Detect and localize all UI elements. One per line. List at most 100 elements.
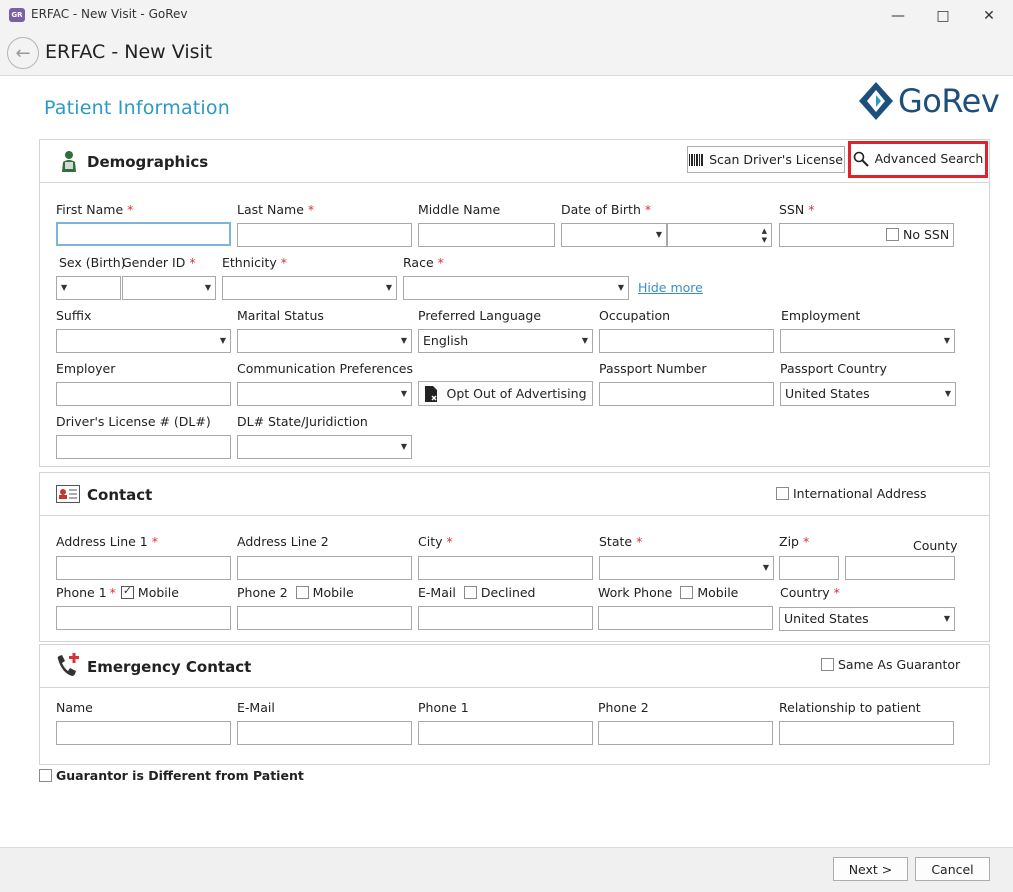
preferred-language-label: Preferred Language xyxy=(418,308,542,323)
phone2-input[interactable] xyxy=(237,606,412,630)
international-address-label: International Address xyxy=(793,486,927,501)
passport-country-value: United States xyxy=(785,386,870,401)
emergency-name-input[interactable] xyxy=(56,721,231,745)
email-input[interactable] xyxy=(418,606,593,630)
first-name-input[interactable] xyxy=(56,222,231,246)
dob-date-dropdown[interactable]: ▼ xyxy=(561,223,667,247)
suffix-dropdown[interactable]: ▼ xyxy=(56,329,231,353)
race-label: Race * xyxy=(403,255,444,270)
guarantor-different-checkbox[interactable] xyxy=(39,769,52,782)
drivers-license-input[interactable] xyxy=(56,435,231,459)
email-label-group: E-Mail Declined xyxy=(418,585,536,600)
phone2-mobile-checkbox[interactable] xyxy=(295,586,309,599)
logo-text: GoRev xyxy=(898,82,1000,120)
ethnicity-dropdown[interactable]: ▼ xyxy=(222,276,397,300)
scan-drivers-license-label: Scan Driver's License xyxy=(709,152,843,167)
communication-preferences-label: Communication Preferences xyxy=(237,361,414,376)
phone1-label: Phone 1 xyxy=(56,585,107,600)
zip-input[interactable] xyxy=(779,556,839,580)
ethnicity-label: Ethnicity * xyxy=(222,255,287,270)
phone1-mobile-checkbox[interactable]: ✓ xyxy=(120,584,134,599)
last-name-label: Last Name * xyxy=(237,202,315,217)
opt-out-advertising-button[interactable]: Opt Out of Advertising xyxy=(418,381,593,406)
address2-label: Address Line 2 xyxy=(237,534,329,549)
back-button[interactable]: ← xyxy=(7,37,39,69)
suffix-label: Suffix xyxy=(56,308,92,323)
last-name-input[interactable] xyxy=(237,223,412,247)
sex-birth-dropdown[interactable]: ▼ xyxy=(56,276,121,300)
emergency-phone1-label: Phone 1 xyxy=(418,700,469,715)
international-address-checkbox[interactable] xyxy=(776,487,789,500)
preferred-language-value: English xyxy=(423,333,469,348)
dl-state-dropdown[interactable]: ▼ xyxy=(237,435,412,459)
scan-drivers-license-button[interactable]: Scan Driver's License xyxy=(687,146,845,173)
phone1-label-group: Phone 1 * ✓ Mobile xyxy=(56,584,179,600)
race-dropdown[interactable]: ▼ xyxy=(403,276,629,300)
marital-status-dropdown[interactable]: ▼ xyxy=(237,329,412,353)
gorev-logo: GoRev xyxy=(858,80,1000,122)
address1-label: Address Line 1 * xyxy=(56,534,158,549)
passport-number-label: Passport Number xyxy=(599,361,707,376)
preferred-language-dropdown[interactable]: English ▼ xyxy=(418,329,593,353)
search-icon xyxy=(853,151,869,167)
no-ssn-checkbox[interactable] xyxy=(886,228,899,241)
maximize-button[interactable]: □ xyxy=(920,0,966,31)
country-value: United States xyxy=(784,611,869,626)
employment-dropdown[interactable]: ▼ xyxy=(780,329,955,353)
passport-number-input[interactable] xyxy=(599,382,774,406)
no-ssn-label: No SSN xyxy=(903,227,950,242)
emergency-contact-title: Emergency Contact xyxy=(87,658,252,676)
city-input[interactable] xyxy=(418,556,593,580)
contact-card-icon xyxy=(56,485,80,503)
opt-out-advertising-label: Opt Out of Advertising xyxy=(446,386,587,401)
address2-input[interactable] xyxy=(237,556,412,580)
phone2-label-group: Phone 2 Mobile xyxy=(237,585,354,600)
emergency-phone2-input[interactable] xyxy=(598,721,773,745)
close-button[interactable]: ✕ xyxy=(966,0,1012,31)
arrow-left-icon: ← xyxy=(15,42,31,64)
emergency-phone1-input[interactable] xyxy=(418,721,593,745)
passport-country-dropdown[interactable]: United States ▼ xyxy=(780,382,956,406)
emergency-contact-panel: Emergency Contact Same As Guarantor Name… xyxy=(39,644,990,765)
document-x-icon xyxy=(425,385,438,402)
emergency-name-label: Name xyxy=(56,700,93,715)
county-input[interactable] xyxy=(845,556,955,580)
sex-birth-label: Sex (Birth) xyxy=(59,255,126,270)
email-declined-checkbox[interactable] xyxy=(463,586,477,599)
contact-title: Contact xyxy=(87,486,153,504)
hide-more-link[interactable]: Hide more xyxy=(638,280,703,295)
contact-panel: Contact International Address Address Li… xyxy=(39,472,990,642)
relationship-input[interactable] xyxy=(779,721,954,745)
guarantor-different-label: Guarantor is Different from Patient xyxy=(56,768,304,783)
phone2-mobile-label: Mobile xyxy=(312,585,354,600)
phone1-input[interactable] xyxy=(56,606,231,630)
address1-input[interactable] xyxy=(56,556,231,580)
dob-time-spinner[interactable]: ▲ ▼ xyxy=(667,223,772,247)
same-as-guarantor-checkbox[interactable] xyxy=(821,658,834,671)
dob-label: Date of Birth * xyxy=(561,202,652,217)
country-dropdown[interactable]: United States ▼ xyxy=(779,607,955,631)
work-phone-mobile-checkbox[interactable] xyxy=(680,586,694,599)
country-label: Country * xyxy=(780,585,840,600)
state-dropdown[interactable]: ▼ xyxy=(599,556,774,580)
work-phone-label-group: Work Phone Mobile xyxy=(598,585,738,600)
phone1-mobile-label: Mobile xyxy=(137,585,179,600)
email-label: E-Mail xyxy=(418,585,456,600)
employer-label: Employer xyxy=(56,361,116,376)
occupation-input[interactable] xyxy=(599,329,774,353)
minimize-button[interactable]: — xyxy=(875,0,921,31)
employer-input[interactable] xyxy=(56,382,231,406)
zip-label: Zip * xyxy=(779,534,810,549)
gender-id-dropdown[interactable]: ▼ xyxy=(122,276,216,300)
city-label: City * xyxy=(418,534,453,549)
guarantor-different-group: Guarantor is Different from Patient xyxy=(39,768,304,783)
demographics-title: Demographics xyxy=(87,153,209,171)
emergency-email-input[interactable] xyxy=(237,721,412,745)
cancel-button[interactable]: Cancel xyxy=(915,857,990,881)
next-button[interactable]: Next > xyxy=(833,857,908,881)
marital-status-label: Marital Status xyxy=(237,308,324,323)
middle-name-input[interactable] xyxy=(418,223,555,247)
advanced-search-button[interactable]: Advanced Search xyxy=(851,145,985,172)
communication-preferences-dropdown[interactable]: ▼ xyxy=(237,382,412,406)
work-phone-input[interactable] xyxy=(598,606,773,630)
